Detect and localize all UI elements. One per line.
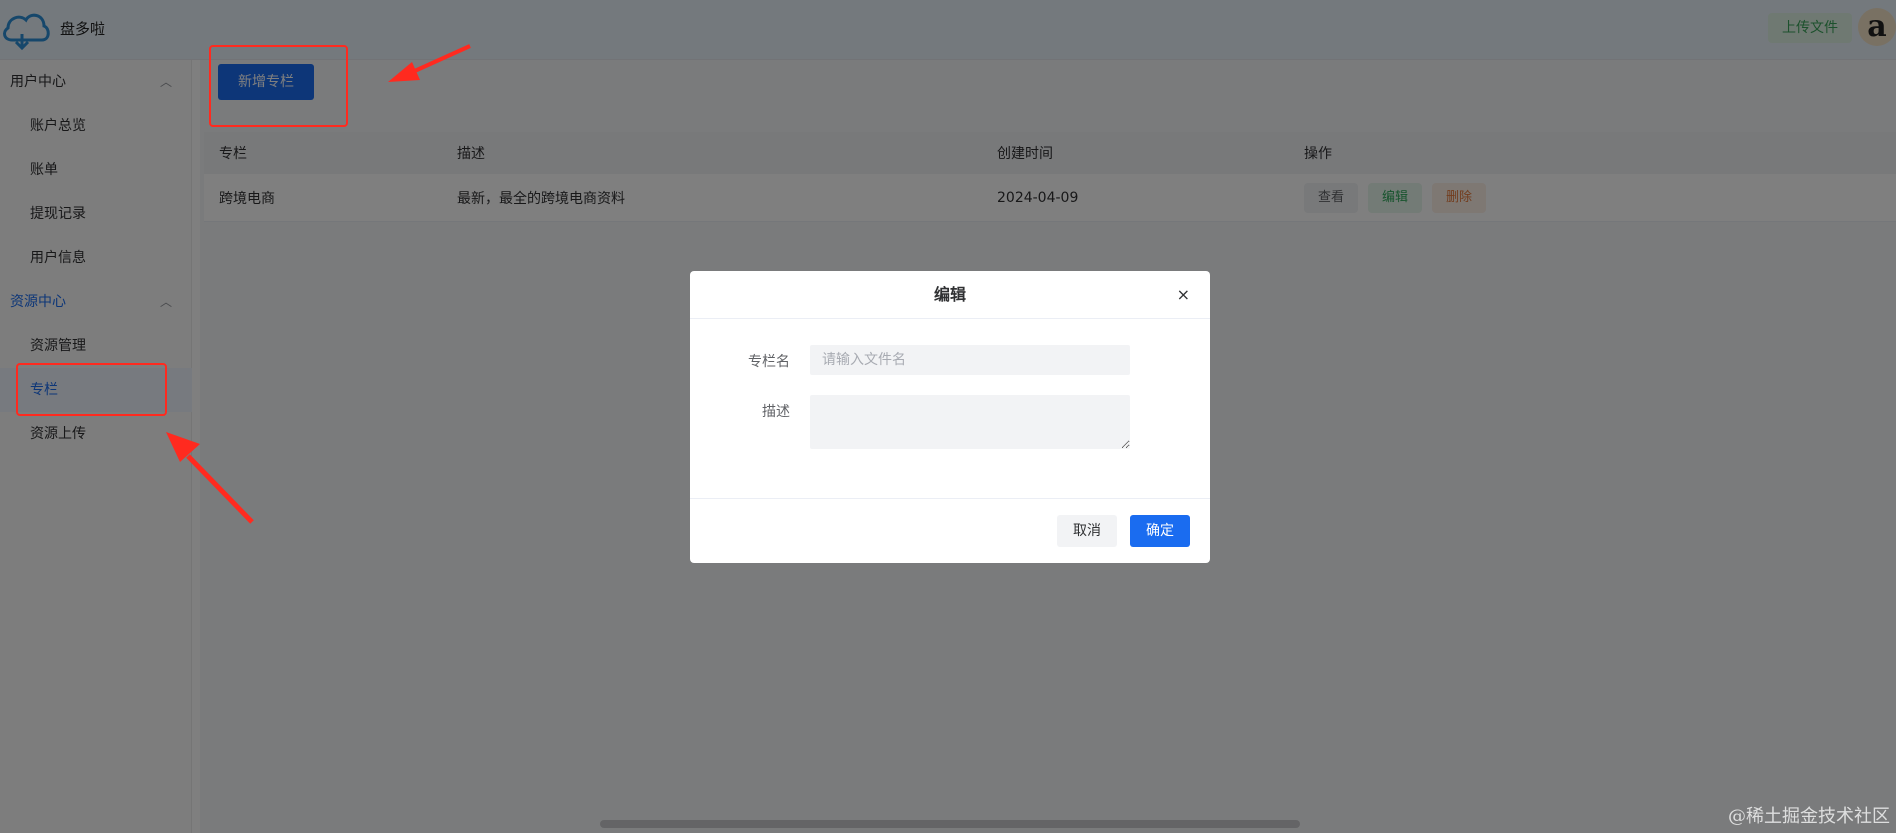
column-name-label: 专栏名 <box>748 354 790 370</box>
annotation-box-add-button <box>209 45 348 127</box>
cancel-button[interactable]: 取消 <box>1057 515 1117 547</box>
description-textarea[interactable] <box>810 395 1130 449</box>
watermark: @稀土掘金技术社区 <box>1728 806 1890 827</box>
dialog-footer: 取消 确定 <box>690 498 1210 563</box>
description-label: 描述 <box>762 404 790 420</box>
edit-dialog: 编辑 × 专栏名 描述 取消 确定 <box>690 271 1210 563</box>
app-root: 盘多啦 上传文件 a 用户中心 ︿ 账户总览 账单 提现记录 用户信息 资源中心… <box>0 0 1896 833</box>
dialog-header: 编辑 × <box>690 271 1210 319</box>
confirm-button[interactable]: 确定 <box>1130 515 1190 547</box>
column-name-input[interactable] <box>810 345 1130 375</box>
dialog-title: 编辑 <box>933 285 966 304</box>
annotation-box-sidebar-column <box>16 363 167 416</box>
close-icon[interactable]: × <box>1177 285 1190 305</box>
